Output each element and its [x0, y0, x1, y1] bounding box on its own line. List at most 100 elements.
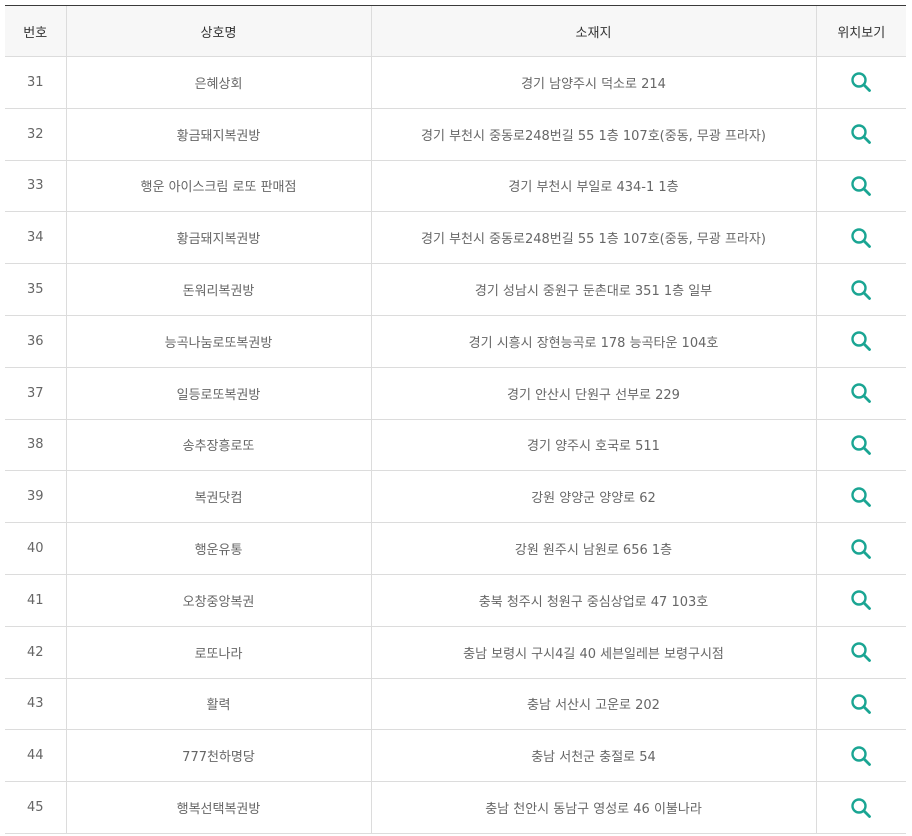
header-store-name: 상호명: [65, 5, 371, 57]
cell-store-name: 송추장흥로또: [65, 419, 371, 472]
view-location-button[interactable]: [846, 378, 876, 408]
table-row: 38 송추장흥로또 경기 양주시 호국로 511: [5, 419, 906, 472]
cell-view-location: [815, 729, 906, 783]
cell-store-name: 황금돼지복권방: [65, 211, 371, 265]
cell-address: 충남 서천군 충절로 54: [370, 729, 816, 783]
search-icon: [851, 124, 872, 145]
cell-view-location: [815, 419, 906, 472]
cell-number: 45: [5, 781, 66, 834]
table-row: 34 황금돼지복권방 경기 부천시 중동로248번길 55 1층 107호(중동, …: [5, 211, 906, 265]
cell-store-name: 로또나라: [65, 626, 371, 679]
view-location-button[interactable]: [846, 741, 876, 771]
table-row: 35 돈워리복권방 경기 성남시 중원구 둔촌대로 351 1층 일부: [5, 263, 906, 316]
cell-view-location: [815, 56, 906, 109]
table-row: 41 오창중앙복권 충북 청주시 청원구 중심상업로 47 103호: [5, 574, 906, 627]
search-icon: [851, 435, 872, 455]
cell-view-location: [815, 160, 906, 213]
search-icon: [851, 694, 872, 714]
cell-address: 경기 안산시 단원구 선부로 229: [370, 367, 816, 420]
cell-store-name: 복권닷컴: [65, 470, 371, 524]
store-list: 번호 상호명 소재지 위치보기 31 은혜상회 경기 남양주시 덕소로 214 32 황…: [5, 5, 906, 834]
cell-view-location: [815, 678, 906, 731]
cell-number: 36: [5, 315, 66, 368]
search-icon: [851, 538, 872, 559]
table-row: 45 행복선택복권방 충남 천안시 동남구 영성로 46 이불나라: [5, 781, 906, 834]
cell-number: 42: [5, 626, 66, 679]
search-icon: [851, 72, 872, 93]
search-icon: [851, 642, 872, 663]
cell-address: 경기 성남시 중원구 둔촌대로 351 1층 일부: [370, 263, 816, 316]
cell-number: 40: [5, 522, 66, 575]
cell-view-location: [815, 367, 906, 420]
table-row: 31 은혜상회 경기 남양주시 덕소로 214: [5, 56, 906, 109]
store-table: 번호 상호명 소재지 위치보기 31 은혜상회 경기 남양주시 덕소로 214 32 황…: [5, 5, 906, 834]
header-number: 번호: [5, 5, 66, 57]
table-row: 32 황금돼지복권방 경기 부천시 중동로248번길 55 1층 107호(중동, …: [5, 108, 906, 161]
search-icon: [851, 487, 872, 507]
header-view-location: 위치보기: [815, 5, 906, 57]
cell-number: 32: [5, 108, 66, 161]
cell-view-location: [815, 470, 906, 524]
view-location-button[interactable]: [846, 793, 876, 823]
search-icon: [851, 590, 872, 611]
cell-address: 강원 원주시 남원로 656 1층: [370, 522, 816, 575]
cell-number: 37: [5, 367, 66, 420]
view-location-button[interactable]: [846, 430, 876, 460]
cell-address: 경기 양주시 호국로 511: [370, 419, 816, 472]
view-location-button[interactable]: [846, 326, 876, 356]
cell-address: 경기 시흥시 장현능곡로 178 능곡타운 104호: [370, 315, 816, 368]
cell-address: 충남 보령시 구시4길 40 세븐일레븐 보령구시점: [370, 626, 816, 679]
cell-number: 34: [5, 211, 66, 265]
cell-view-location: [815, 522, 906, 575]
table-row: 37 일등로또복권방 경기 안산시 단원구 선부로 229: [5, 367, 906, 420]
view-location-button[interactable]: [846, 223, 876, 253]
view-location-button[interactable]: [846, 637, 876, 667]
cell-store-name: 오창중앙복권: [65, 574, 371, 627]
view-location-button[interactable]: [846, 689, 876, 719]
view-location-button[interactable]: [846, 534, 876, 564]
cell-store-name: 은혜상회: [65, 56, 371, 109]
cell-store-name: 능곡나눔로또복권방: [65, 315, 371, 368]
view-location-button[interactable]: [846, 482, 876, 512]
cell-store-name: 행운 아이스크림 로또 판매점: [65, 160, 371, 213]
view-location-button[interactable]: [846, 119, 876, 149]
table-row: 39 복권닷컴 강원 양양군 양양로 62: [5, 470, 906, 524]
cell-store-name: 행복선택복권방: [65, 781, 371, 834]
cell-view-location: [815, 211, 906, 265]
cell-view-location: [815, 263, 906, 316]
cell-view-location: [815, 626, 906, 679]
cell-number: 33: [5, 160, 66, 213]
table-row: 44 777천하명당 충남 서천군 충절로 54: [5, 729, 906, 783]
search-icon: [851, 279, 872, 300]
search-icon: [851, 383, 872, 404]
cell-address: 충북 청주시 청원구 중심상업로 47 103호: [370, 574, 816, 627]
cell-number: 44: [5, 729, 66, 783]
table-row: 42 로또나라 충남 보령시 구시4길 40 세븐일레븐 보령구시점: [5, 626, 906, 679]
cell-number: 38: [5, 419, 66, 472]
cell-number: 39: [5, 470, 66, 524]
cell-number: 41: [5, 574, 66, 627]
view-location-button[interactable]: [846, 171, 876, 201]
cell-address: 경기 부천시 부일로 434-1 1층: [370, 160, 816, 213]
cell-store-name: 일등로또복권방: [65, 367, 371, 420]
header-address: 소재지: [370, 5, 816, 57]
cell-store-name: 돈워리복권방: [65, 263, 371, 316]
cell-view-location: [815, 574, 906, 627]
view-location-button[interactable]: [846, 67, 876, 97]
view-location-button[interactable]: [846, 275, 876, 305]
cell-number: 35: [5, 263, 66, 316]
table-row: 40 행운유통 강원 원주시 남원로 656 1층: [5, 522, 906, 575]
search-icon: [851, 746, 872, 766]
search-icon: [851, 176, 872, 196]
cell-address: 충남 천안시 동남구 영성로 46 이불나라: [370, 781, 816, 834]
table-header-row: 번호 상호명 소재지 위치보기: [5, 5, 906, 57]
cell-store-name: 행운유통: [65, 522, 371, 575]
search-icon: [851, 228, 872, 248]
cell-store-name: 황금돼지복권방: [65, 108, 371, 161]
search-icon: [851, 331, 872, 352]
cell-view-location: [815, 315, 906, 368]
cell-number: 31: [5, 56, 66, 109]
table-row: 43 활력 충남 서산시 고운로 202: [5, 678, 906, 731]
view-location-button[interactable]: [846, 585, 876, 615]
table-body: 31 은혜상회 경기 남양주시 덕소로 214 32 황금돼지복권방 경기 부천시 중동로…: [5, 56, 906, 834]
